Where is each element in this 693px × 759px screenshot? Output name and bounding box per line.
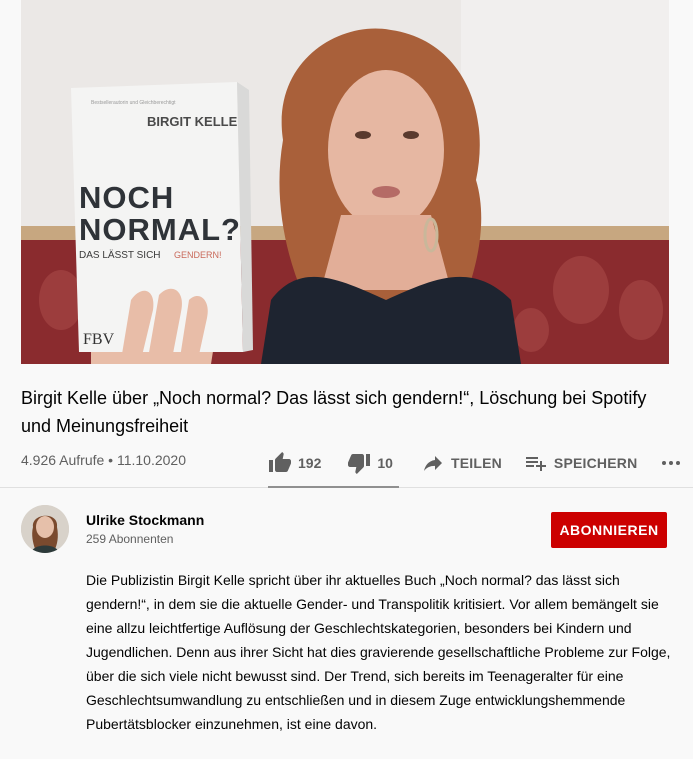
view-count-date: 4.926 Aufrufe • 11.10.2020 [21,452,186,468]
save-label: SPEICHERN [553,455,638,471]
share-arrow-icon [423,456,442,471]
book-title-line2: NORMAL? [79,212,241,247]
thumbs-down-icon [348,454,371,474]
like-button[interactable]: 192 [268,451,321,475]
channel-avatar[interactable] [21,505,69,553]
book-title-line1: NOCH [79,180,174,215]
save-button[interactable]: SPEICHERN [524,451,637,475]
share-label: TEILEN [450,455,502,471]
dislike-count: 10 [377,455,393,471]
sentiment-bar [268,486,399,488]
subscribe-button[interactable]: ABONNIEREN [551,512,667,548]
video-player[interactable]: Bestsellerautorin und Gleichberechtigt B… [21,0,669,364]
sentiment-bar-likes [268,486,393,488]
like-count: 192 [298,455,322,471]
avatar-image [21,505,69,553]
book-author: BIRGIT KELLE [147,114,238,129]
more-horizontal-icon [662,461,681,465]
more-actions-button[interactable] [659,451,683,475]
dislike-button[interactable]: 10 [347,451,393,475]
video-title: Birgit Kelle über „Noch normal? Das läss… [21,388,647,436]
book-subtitle-accent: GENDERN! [174,250,222,260]
channel-name[interactable]: Ulrike Stockmann [86,512,204,528]
subscriber-count: 259 Abonnenten [86,532,174,546]
action-bar: 192 10 TEILEN SPEICHERN [268,449,683,477]
video-frame: Bestsellerautorin und Gleichberechtigt B… [21,0,669,364]
share-button[interactable]: TEILEN [421,451,502,475]
book-publisher: FBV [83,331,115,348]
book-tagline: Bestsellerautorin und Gleichberechtigt [91,100,176,106]
video-description: Die Publizistin Birgit Kelle spricht übe… [86,572,671,732]
playlist-add-icon [525,457,546,471]
book-subtitle: DAS LÄSST SICH [79,249,161,261]
thumbs-up-icon [269,452,291,472]
